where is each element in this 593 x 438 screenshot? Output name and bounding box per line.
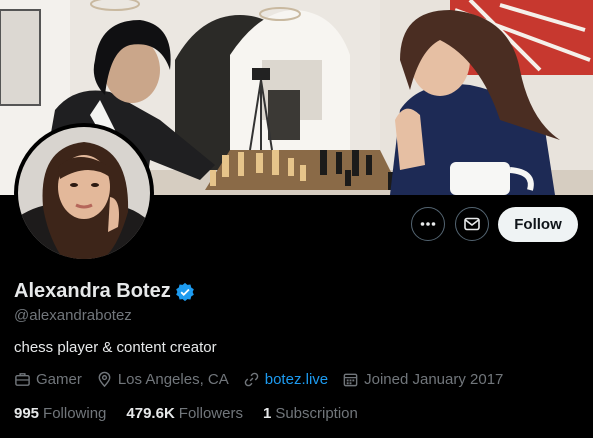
avatar[interactable] (14, 123, 154, 263)
subscriptions-label: Subscription (275, 405, 358, 422)
followers-label: Followers (178, 405, 243, 422)
location-label: Los Angeles, CA (117, 371, 229, 388)
followers-link[interactable]: 479.6K Followers (126, 405, 243, 422)
mail-icon (464, 217, 480, 231)
joined-label: Joined January 2017 (364, 371, 504, 388)
following-link[interactable]: 995 Following (14, 405, 106, 422)
bio: chess player & content creator (14, 339, 217, 356)
followers-count: 479.6K (126, 405, 175, 422)
more-horizontal-icon (420, 222, 436, 226)
briefcase-icon (15, 373, 30, 386)
follow-button[interactable]: Follow (498, 207, 578, 242)
avatar-image (18, 127, 150, 259)
category-label: Gamer (36, 371, 82, 388)
category-item: Gamer (14, 371, 82, 388)
profile-meta: Gamer Los Angeles, CA botez.live Joined … (14, 371, 517, 388)
joined-item: Joined January 2017 (342, 371, 503, 388)
website-item[interactable]: botez.live (243, 371, 328, 388)
link-icon (244, 372, 259, 387)
message-button[interactable] (455, 207, 489, 241)
location-item: Los Angeles, CA (96, 371, 229, 388)
following-label: Following (43, 405, 107, 422)
name-row: Alexandra Botez (14, 280, 195, 303)
more-button[interactable] (411, 207, 445, 241)
profile-stats: 995 Following 479.6K Followers 1 Subscripti… (14, 405, 378, 422)
calendar-icon (343, 373, 358, 387)
following-count: 995 (14, 405, 40, 422)
location-pin-icon (98, 371, 111, 388)
subscriptions-count: 1 (262, 405, 272, 422)
verified-badge-icon[interactable] (175, 282, 195, 302)
display-name: Alexandra Botez (14, 280, 171, 302)
subscriptions-link[interactable]: 1 Subscription (263, 405, 358, 422)
website-link[interactable]: botez.live (265, 371, 328, 388)
handle: @alexandrabotez (14, 307, 132, 324)
